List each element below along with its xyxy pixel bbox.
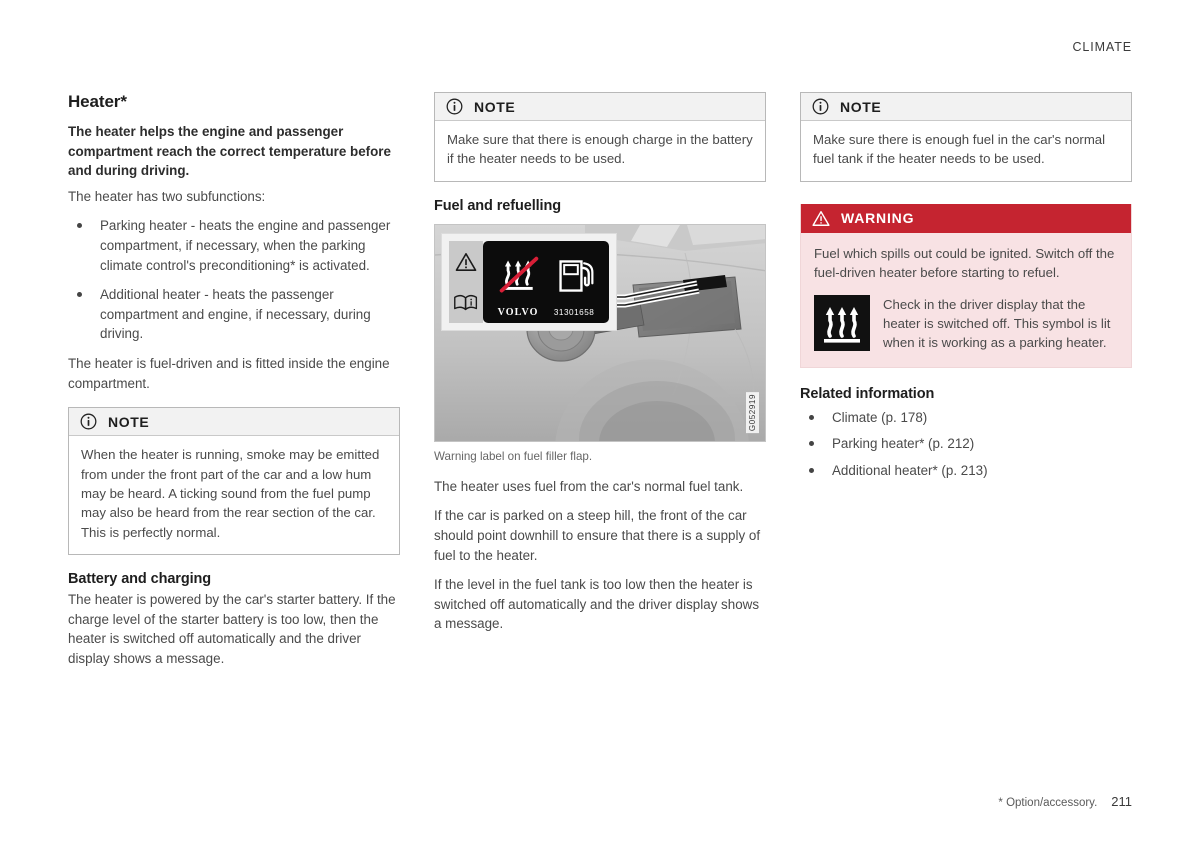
note-box-smoke: NOTE When the heater is running, smoke m…: [68, 407, 400, 556]
related-link-parking-heater[interactable]: Parking heater* (p. 212): [832, 436, 974, 451]
manual-book-icon: [454, 295, 478, 311]
battery-heading: Battery and charging: [68, 571, 212, 588]
plaque-symbols: [483, 241, 609, 307]
fuel-paragraph-1: The heater uses fuel from the car's norm…: [434, 478, 744, 494]
warning-body: Fuel which spills out could be ignited. …: [801, 232, 1131, 367]
plaque-pictogram-column: [449, 240, 483, 323]
fuel-paragraph-2: If the car is parked on a steep hill, th…: [434, 508, 761, 563]
volvo-wordmark: VOLVO: [497, 306, 539, 318]
fuel-driven-paragraph: The heater is fuel-driven and is fitted …: [68, 355, 390, 391]
lead-paragraph: The heater helps the engine and passenge…: [68, 124, 391, 179]
note-text: Make sure that there is enough charge in…: [447, 132, 753, 167]
figure-image: VOLVO 31301658 G052919: [434, 223, 766, 442]
column-3: NOTE Make sure there is enough fuel in t…: [800, 92, 1132, 679]
list-item-text: Parking heater - heats the engine and pa…: [100, 218, 391, 273]
list-item[interactable]: Additional heater* (p. 213): [800, 461, 1132, 481]
running-head: CLIMATE: [1072, 40, 1132, 54]
bullet-dot-icon: [77, 292, 82, 298]
fuel-paragraph-3: If the level in the fuel tank is too low…: [434, 577, 760, 632]
note-label: NOTE: [840, 98, 882, 115]
page-columns: Heater* The heater helps the engine and …: [68, 92, 1132, 679]
note-header: NOTE: [69, 408, 399, 437]
no-heat-symbol-icon: [499, 256, 539, 293]
list-item[interactable]: Climate (p. 178): [800, 408, 1132, 428]
fuel-refuelling-heading: Fuel and refuelling: [434, 197, 562, 214]
note-box-battery-charge: NOTE Make sure that there is enough char…: [434, 92, 766, 182]
label-part-number: 31301658: [553, 307, 595, 317]
warning-symbol-text: Check in the driver display that the hea…: [883, 296, 1111, 351]
parking-heater-symbol-icon: [814, 294, 870, 351]
figure-caption: Warning label on fuel filler flap.: [434, 449, 593, 463]
warning-header: WARNING: [801, 203, 1131, 233]
note-header: NOTE: [435, 93, 765, 121]
bullet-dot-icon: [809, 441, 814, 447]
note-label: NOTE: [108, 413, 150, 430]
list-item[interactable]: Parking heater* (p. 212): [800, 434, 1132, 454]
warning-label: WARNING: [841, 210, 915, 227]
related-information-list: Climate (p. 178) Parking heater* (p. 212…: [800, 408, 1132, 481]
plaque-footer: VOLVO 31301658: [483, 307, 609, 323]
battery-paragraph: The heater is powered by the car's start…: [68, 592, 396, 666]
warning-box-refuelling: WARNING Fuel which spills out could be i…: [800, 203, 1132, 368]
note-label: NOTE: [474, 98, 516, 115]
subfunctions-list: Parking heater - heats the engine and pa…: [68, 216, 400, 344]
figure-image-id: G052919: [746, 391, 759, 433]
note-text: When the heater is running, smoke may be…: [81, 447, 380, 540]
column-2: NOTE Make sure that there is enough char…: [434, 92, 766, 679]
info-circle-icon: [446, 98, 463, 115]
info-circle-icon: [80, 413, 97, 430]
option-accessory-note: * Option/accessory.: [998, 797, 1098, 809]
warning-text: Fuel which spills out could be ignited. …: [814, 245, 1115, 281]
list-item: Parking heater - heats the engine and pa…: [68, 216, 400, 275]
related-link-additional-heater[interactable]: Additional heater* (p. 213): [832, 463, 988, 478]
note-header: NOTE: [801, 93, 1131, 121]
plaque-black-panel: VOLVO 31301658: [483, 240, 609, 323]
note-box-fuel-level: NOTE Make sure there is enough fuel in t…: [800, 92, 1132, 182]
warning-label-plaque: VOLVO 31301658: [441, 232, 617, 331]
page-title: Heater*: [68, 92, 127, 111]
info-circle-icon: [812, 98, 829, 115]
warning-triangle-icon: [455, 252, 477, 271]
bullet-dot-icon: [809, 468, 814, 474]
column-1: Heater* The heater helps the engine and …: [68, 92, 400, 679]
subfunctions-intro: The heater has two subfunctions:: [68, 188, 266, 204]
page-footer: * Option/accessory. 211: [998, 794, 1132, 809]
bullet-dot-icon: [809, 414, 814, 420]
related-link-climate[interactable]: Climate (p. 178): [832, 410, 927, 425]
page-number: 211: [1111, 794, 1132, 809]
note-text: Make sure there is enough fuel in the ca…: [813, 132, 1106, 167]
list-item-text: Additional heater - heats the passenger …: [100, 287, 371, 342]
related-information-heading: Related information: [800, 385, 935, 402]
list-item: Additional heater - heats the passenger …: [68, 285, 400, 344]
warning-symbol-row: Check in the driver display that the hea…: [814, 294, 1118, 353]
bullet-dot-icon: [77, 223, 82, 229]
fuel-pump-icon: [559, 260, 594, 292]
figure-fuel-filler-flap: VOLVO 31301658 G052919 Warning label on …: [434, 223, 766, 463]
warning-triangle-icon: [812, 210, 830, 226]
